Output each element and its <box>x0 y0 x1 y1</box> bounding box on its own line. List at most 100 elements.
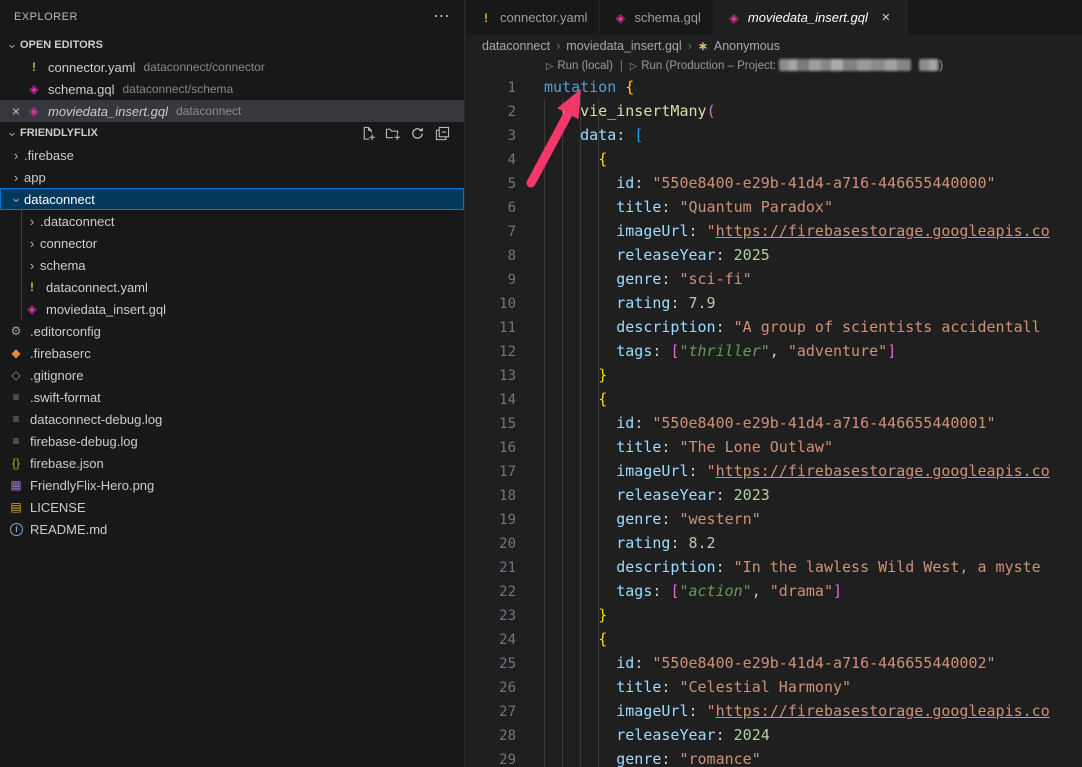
chevron-icon: › <box>8 148 24 163</box>
code-line[interactable]: 6 title: "Quantum Paradox" <box>466 195 1082 219</box>
code-line[interactable]: 29 genre: "romance" <box>466 747 1082 767</box>
code-line[interactable]: 5 id: "550e8400-e29b-41d4-a716-446655440… <box>466 171 1082 195</box>
code-token <box>544 534 616 552</box>
tab-schema.gql[interactable]: ◈schema.gql <box>600 0 713 35</box>
tree-item-.firebaserc[interactable]: ◆.firebaserc <box>0 342 464 364</box>
tree-item-.dataconnect[interactable]: ›.dataconnect <box>0 210 464 232</box>
code-line[interactable]: 16 title: "The Lone Outlaw" <box>466 435 1082 459</box>
tree-item-connector[interactable]: ›connector <box>0 232 464 254</box>
code-line[interactable]: 26 title: "Celestial Harmony" <box>466 675 1082 699</box>
code-line[interactable]: 18 releaseYear: 2023 <box>466 483 1082 507</box>
code-token: " <box>707 222 716 240</box>
tab-label: schema.gql <box>634 10 700 25</box>
code-line[interactable]: 12 tags: ["thriller", "adventure"] <box>466 339 1082 363</box>
code-line[interactable]: 11 description: "A group of scientists a… <box>466 315 1082 339</box>
code-line[interactable]: 9 genre: "sci-fi" <box>466 267 1082 291</box>
code-line[interactable]: 24 { <box>466 627 1082 651</box>
tree-item-.gitignore[interactable]: ◇.gitignore <box>0 364 464 386</box>
code-text: description: "A group of scientists acci… <box>544 318 1041 336</box>
code-line[interactable]: 2 movie_insertMany( <box>466 99 1082 123</box>
tree-item-moviedata_insert.gql[interactable]: ◈moviedata_insert.gql <box>0 298 464 320</box>
code-token: : <box>716 246 734 264</box>
code-line[interactable]: 27 imageUrl: "https://firebasestorage.go… <box>466 699 1082 723</box>
tab-label: moviedata_insert.gql <box>748 10 868 25</box>
code-line[interactable]: 28 releaseYear: 2024 <box>466 723 1082 747</box>
tab-close-icon[interactable]: × <box>878 9 894 26</box>
tree-item-.firebase[interactable]: ›.firebase <box>0 144 464 166</box>
code-line[interactable]: 10 rating: 7.9 <box>466 291 1082 315</box>
tree-item-dataconnect[interactable]: ›dataconnect <box>0 188 464 210</box>
tree-item-firebase-debug.log[interactable]: ≡firebase-debug.log <box>0 430 464 452</box>
code-line[interactable]: 15 id: "550e8400-e29b-41d4-a716-44665544… <box>466 411 1082 435</box>
code-line[interactable]: 8 releaseYear: 2025 <box>466 243 1082 267</box>
play-icon: ▷ <box>630 61 637 72</box>
code-line[interactable]: 1mutation { <box>466 75 1082 99</box>
code-line[interactable]: 23 } <box>466 603 1082 627</box>
collapse-all-icon[interactable] <box>434 125 450 141</box>
code-text: { <box>544 150 607 168</box>
code-token: : <box>716 318 734 336</box>
open-editor-name: connector.yaml <box>48 60 135 75</box>
open-editor-item[interactable]: ×◈moviedata_insert.gqldataconnect <box>0 100 464 122</box>
tree-item-dataconnect-debug.log[interactable]: ≡dataconnect-debug.log <box>0 408 464 430</box>
code-line[interactable]: 4 { <box>466 147 1082 171</box>
tree-item-FriendlyFlix-Hero.png[interactable]: ▦FriendlyFlix-Hero.png <box>0 474 464 496</box>
code-text: movie_insertMany( <box>544 102 716 120</box>
tree-item-schema[interactable]: ›schema <box>0 254 464 276</box>
code-token: ] <box>833 582 842 600</box>
code-token <box>544 390 598 408</box>
code-line[interactable]: 21 description: "In the lawless Wild Wes… <box>466 555 1082 579</box>
graphql-icon: ◈ <box>24 302 40 316</box>
tree-item-label: .editorconfig <box>30 324 101 339</box>
breadcrumb-separator-icon: › <box>556 39 560 53</box>
tree-item-.swift-format[interactable]: ≡.swift-format <box>0 386 464 408</box>
new-folder-icon[interactable] <box>384 125 400 141</box>
close-icon[interactable]: × <box>8 103 24 119</box>
code-line[interactable]: 7 imageUrl: "https://firebasestorage.goo… <box>466 219 1082 243</box>
redacted-project-name <box>779 59 911 71</box>
code-token: description <box>616 318 715 336</box>
refresh-icon[interactable] <box>409 125 425 141</box>
tree-item-LICENSE[interactable]: ▤LICENSE <box>0 496 464 518</box>
open-editor-item[interactable]: !connector.yamldataconnect/connector <box>0 56 464 78</box>
open-editors-section-header[interactable]: › OPEN EDITORS <box>0 34 464 56</box>
more-actions-icon[interactable]: ⋯ <box>434 12 451 22</box>
code-token: { <box>598 150 607 168</box>
tab-connector.yaml[interactable]: !connector.yaml <box>466 0 600 35</box>
line-number: 20 <box>466 532 516 556</box>
run-local-button[interactable]: ▷Run (local) <box>546 60 613 72</box>
open-editor-item[interactable]: ◈schema.gqldataconnect/schema <box>0 78 464 100</box>
code-token: title <box>616 198 661 216</box>
code-line[interactable]: 14 { <box>466 387 1082 411</box>
breadcrumb-item[interactable]: dataconnect <box>482 39 550 53</box>
code-token <box>544 174 616 192</box>
code-token: , <box>770 342 788 360</box>
code-token: rating <box>616 534 670 552</box>
tree-item-dataconnect.yaml[interactable]: !dataconnect.yaml <box>0 276 464 298</box>
tree-item-.editorconfig[interactable]: ⚙.editorconfig <box>0 320 464 342</box>
tree-item-label: dataconnect <box>24 192 95 207</box>
tree-item-firebase.json[interactable]: {}firebase.json <box>0 452 464 474</box>
code-line[interactable]: 22 tags: ["action", "drama"] <box>466 579 1082 603</box>
code-line[interactable]: 17 imageUrl: "https://firebasestorage.go… <box>466 459 1082 483</box>
breadcrumb-item[interactable]: moviedata_insert.gql <box>566 39 681 53</box>
code-line[interactable]: 19 genre: "western" <box>466 507 1082 531</box>
code-token: "550e8400-e29b-41d4-a716-446655440001" <box>652 414 995 432</box>
folder-section-header[interactable]: › FRIENDLYFLIX <box>0 122 464 144</box>
code-line[interactable]: 25 id: "550e8400-e29b-41d4-a716-44665544… <box>466 651 1082 675</box>
code-token: genre <box>616 750 661 767</box>
code-editor[interactable]: ▷Run (local)|▷Run (Production – Project:… <box>466 57 1082 767</box>
code-token <box>544 438 616 456</box>
new-file-icon[interactable] <box>359 125 375 141</box>
run-production-button[interactable]: ▷Run (Production – Project: ) <box>630 60 943 72</box>
tab-moviedata_insert.gql[interactable]: ◈moviedata_insert.gql× <box>714 0 907 35</box>
info-icon: i <box>10 523 23 536</box>
tree-item-README.md[interactable]: iREADME.md <box>0 518 464 540</box>
tree-item-label: .firebase <box>24 148 74 163</box>
breadcrumb-item[interactable]: Anonymous <box>714 39 780 53</box>
code-line[interactable]: 13 } <box>466 363 1082 387</box>
tree-item-app[interactable]: ›app <box>0 166 464 188</box>
code-token: genre <box>616 270 661 288</box>
code-line[interactable]: 20 rating: 8.2 <box>466 531 1082 555</box>
code-line[interactable]: 3 data: [ <box>466 123 1082 147</box>
